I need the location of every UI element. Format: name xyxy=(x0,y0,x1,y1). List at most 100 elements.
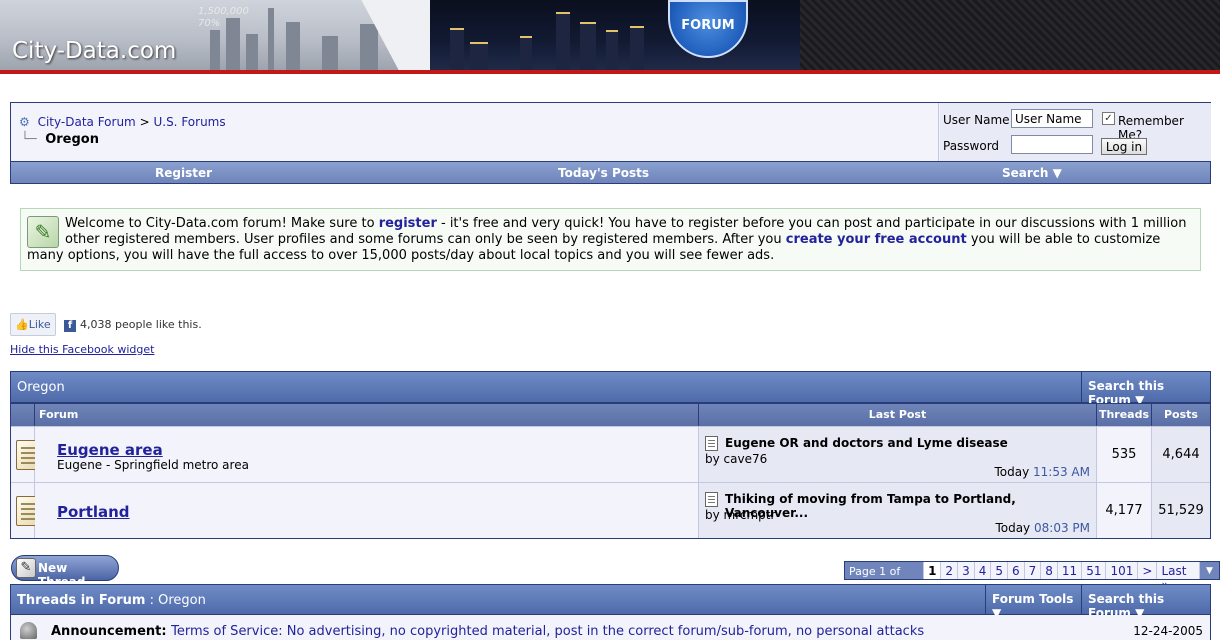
forum-link[interactable]: Eugene area xyxy=(57,441,163,459)
banner-building xyxy=(268,8,274,70)
forum-icon-cell xyxy=(11,427,44,482)
column-header-forum: Forum xyxy=(35,404,699,426)
last-page-link[interactable]: Last » xyxy=(1157,562,1200,592)
page-link[interactable]: 4 xyxy=(975,562,992,579)
login-form: User Name ✓ Remember Me? Password Log in xyxy=(940,103,1211,161)
navbar-strip: Register Today's Posts Search ▼ xyxy=(11,161,1210,183)
post-count: 4,644 xyxy=(1162,447,1200,462)
table-row: Eugene area Eugene - Springfield metro a… xyxy=(11,426,1210,482)
announcement-icon xyxy=(20,622,37,639)
forum-cell: Portland xyxy=(35,483,699,538)
page-link-current: 1 xyxy=(924,562,942,579)
last-post-time: 11:53 AM xyxy=(1033,465,1090,479)
posts-cell: 51,529 xyxy=(1152,483,1210,538)
site-logo[interactable]: City-Data.com xyxy=(12,38,176,64)
banner-building xyxy=(246,34,258,70)
page-link[interactable]: 101 xyxy=(1106,562,1139,579)
forum-cell: Eugene area Eugene - Springfield metro a… xyxy=(35,427,699,482)
next-page-link[interactable]: > xyxy=(1138,562,1158,579)
breadcrumb: ⚙ City-Data Forum > U.S. Forums └─ Orego… xyxy=(11,103,939,161)
last-post-cell: Thiking of moving from Tampa to Portland… xyxy=(699,483,1097,538)
forum-table: Forum Last Post Threads Posts Eugene are… xyxy=(10,403,1211,539)
facebook-like-button[interactable]: 👍Like xyxy=(10,313,56,336)
breadcrumb-separator: > xyxy=(139,115,150,129)
forum-tools-menu[interactable]: Forum Tools ▼ xyxy=(985,585,1081,620)
username-input[interactable] xyxy=(1011,109,1093,128)
page-navigation: Page 1 of 134 1 2 3 4 5 6 7 8 11 51 101 … xyxy=(844,561,1220,592)
last-post-author[interactable]: by mrcmptr xyxy=(705,508,775,522)
notepad-pencil-icon: ✎ xyxy=(27,216,59,248)
threads-header: Threads in Forum : Oregon Forum Tools ▼ … xyxy=(10,584,1211,620)
banner-building xyxy=(606,30,618,70)
notice-text: Welcome to City-Data.com forum! Make sur… xyxy=(65,216,379,231)
facebook-icon: f xyxy=(64,320,76,332)
page-title: Oregon xyxy=(45,132,99,147)
page-link[interactable]: 2 xyxy=(941,562,959,579)
nav-todays-posts[interactable]: Today's Posts xyxy=(558,166,649,180)
page-link[interactable]: 3 xyxy=(958,562,975,579)
welcome-notice: ✎ Welcome to City-Data.com forum! Make s… xyxy=(20,208,1201,271)
facebook-like-label: Like xyxy=(28,318,51,331)
banner-stat-line: 70% xyxy=(198,18,221,29)
facebook-like-count-text: 4,038 people like this. xyxy=(80,318,202,331)
search-this-forum-menu[interactable]: Search this Forum ▼ xyxy=(1081,585,1210,620)
hide-facebook-widget-link[interactable]: Hide this Facebook widget xyxy=(10,343,154,356)
announcement-link[interactable]: Terms of Service: No advertising, no cop… xyxy=(171,624,924,639)
forum-link[interactable]: Portland xyxy=(57,503,130,521)
column-header-icon xyxy=(11,404,35,426)
last-post-link[interactable]: Thiking of moving from Tampa to Portland… xyxy=(725,492,1096,520)
last-post-day: Today xyxy=(994,465,1030,479)
facebook-like-count: f 4,038 people like this. xyxy=(64,318,202,332)
nav-search[interactable]: Search ▼ xyxy=(1002,166,1062,180)
register-link[interactable]: register xyxy=(379,216,437,231)
last-post-link[interactable]: Eugene OR and doctors and Lyme disease xyxy=(725,436,1008,450)
page-menu-chevron-down-icon[interactable]: ▼ xyxy=(1199,562,1219,579)
search-this-forum-menu[interactable]: Search this Forum ▼ xyxy=(1081,372,1210,407)
banner-stat: 1,500,000 70% xyxy=(198,6,249,30)
last-post-author[interactable]: by cave76 xyxy=(705,452,767,466)
forum-description: Eugene - Springfield metro area xyxy=(57,458,249,472)
announcement: Announcement: Terms of Service: No adver… xyxy=(51,624,925,639)
column-header-last-post: Last Post xyxy=(699,404,1097,426)
banner-building xyxy=(360,24,378,70)
thread-count: 535 xyxy=(1111,447,1137,462)
remember-me-checkbox[interactable]: ✓ xyxy=(1102,112,1115,125)
forum-home-icon[interactable]: ⚙ xyxy=(19,115,30,129)
pencil-icon: ✎ xyxy=(16,558,36,578)
breadcrumb-link-root[interactable]: City-Data Forum xyxy=(38,115,136,129)
category-title[interactable]: Oregon xyxy=(17,380,65,395)
site-banner[interactable]: 1,500,000 70% City-Data.com FORUM xyxy=(0,0,1220,74)
post-icon xyxy=(705,436,718,451)
new-thread-button[interactable]: ✎ New Thread xyxy=(11,555,119,589)
create-account-link[interactable]: create your free account xyxy=(786,232,967,247)
breadcrumb-current: └─ Oregon xyxy=(21,132,99,147)
password-label: Password xyxy=(943,139,1000,153)
announcement-row: Announcement: Terms of Service: No adver… xyxy=(10,615,1211,640)
banner-building xyxy=(450,28,464,70)
password-input[interactable] xyxy=(1011,135,1093,154)
last-post-date: Today 08:03 PM xyxy=(995,521,1090,535)
chevron-down-icon: ▼ xyxy=(1052,166,1062,180)
page-info[interactable]: Page 1 of 134 xyxy=(845,562,925,591)
banner-building xyxy=(286,22,300,70)
last-post-day: Today xyxy=(995,521,1031,535)
post-icon xyxy=(705,492,718,507)
post-count: 51,529 xyxy=(1158,503,1204,518)
banner-stat-line: 1,500,000 xyxy=(198,6,249,17)
page-link[interactable]: 5 xyxy=(991,562,1008,579)
page-link[interactable]: 8 xyxy=(1041,562,1058,579)
page-link[interactable]: 11 xyxy=(1058,562,1083,579)
last-post-date: Today 11:53 AM xyxy=(994,465,1090,479)
column-header-threads: Threads xyxy=(1097,404,1152,426)
page-link[interactable]: 51 xyxy=(1082,562,1107,579)
threads-forum-name: Oregon xyxy=(158,593,206,608)
page-link[interactable]: 7 xyxy=(1025,562,1042,579)
page-link[interactable]: 6 xyxy=(1008,562,1025,579)
table-row: Portland Thiking of moving from Tampa to… xyxy=(11,482,1210,538)
banner-building xyxy=(580,22,596,70)
forum-icon-cell xyxy=(11,483,44,538)
banner-red-line xyxy=(0,70,1220,74)
breadcrumb-link-parent[interactable]: U.S. Forums xyxy=(153,115,225,129)
nav-register[interactable]: Register xyxy=(155,166,212,180)
login-button[interactable]: Log in xyxy=(1101,138,1147,155)
